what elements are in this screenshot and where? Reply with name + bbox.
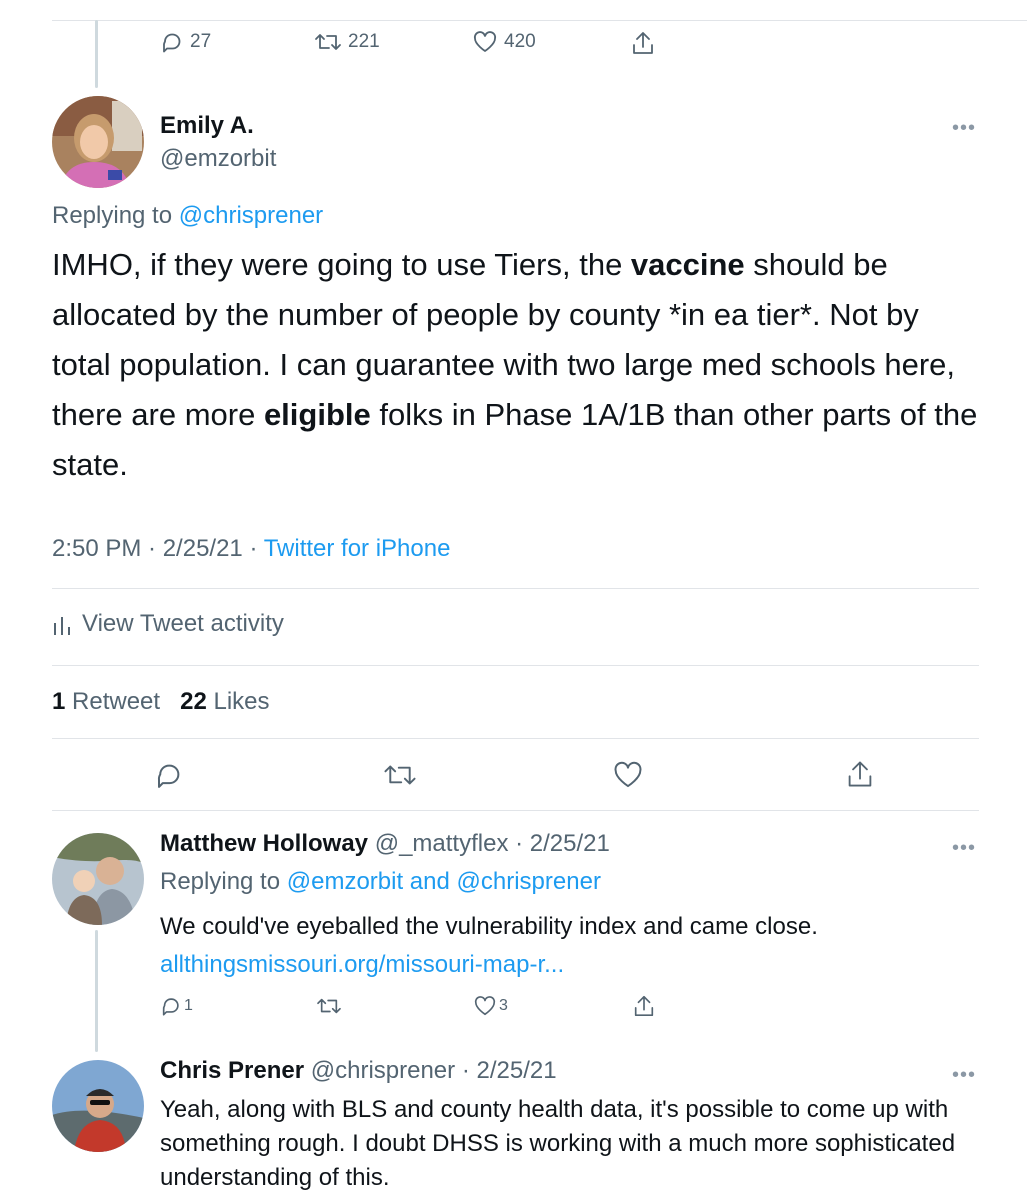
avatar-photo xyxy=(52,833,144,925)
top-divider xyxy=(52,20,1027,21)
retweet-count: 1 xyxy=(52,688,66,715)
top-share-button[interactable] xyxy=(630,30,656,56)
reply-text: We could've eyeballed the vulnerability … xyxy=(160,913,818,940)
avatar-photo xyxy=(52,1060,144,1152)
source-link[interactable]: Twitter for iPhone xyxy=(264,535,451,562)
tweet-body-bold: vaccine xyxy=(630,247,745,282)
thread-line xyxy=(95,930,98,1052)
replying-to-line: Replying to @chrisprener xyxy=(52,202,323,230)
reply-text: Yeah, along with BLS and county health d… xyxy=(160,1096,956,1191)
reply-replying-to: Replying to @emzorbit and @chrisprener xyxy=(160,868,601,896)
reply-like-button[interactable]: 3 xyxy=(473,995,508,1017)
timestamp-line: 2:50 PM · 2/25/21 · Twitter for iPhone xyxy=(52,535,450,563)
more-icon[interactable]: ••• xyxy=(952,118,976,138)
author-name[interactable]: Emily A. xyxy=(160,112,254,140)
thread-line-top xyxy=(95,20,98,88)
avatar-photo xyxy=(52,96,144,188)
retweet-icon xyxy=(315,34,341,50)
like-button[interactable] xyxy=(612,760,644,790)
divider xyxy=(52,665,979,666)
like-count: 22 xyxy=(180,688,207,715)
divider xyxy=(52,810,979,811)
view-tweet-activity-label: View Tweet activity xyxy=(82,610,284,637)
reply-share-button[interactable] xyxy=(632,994,656,1018)
reply-icon xyxy=(157,764,180,788)
reply-author-handle[interactable]: @chrisprener xyxy=(311,1057,455,1084)
tweet-body-bold: eligible xyxy=(263,397,371,432)
top-retweet-count: 221 xyxy=(348,31,380,52)
reply-link[interactable]: allthingsmissouri.org/missouri-map-r... xyxy=(160,948,564,982)
divider xyxy=(52,738,979,739)
author-handle[interactable]: @emzorbit xyxy=(160,145,276,173)
avatar-chris[interactable] xyxy=(52,1060,144,1152)
top-reply-button[interactable]: 27 xyxy=(160,30,211,54)
top-retweet-button[interactable]: 221 xyxy=(314,30,380,54)
reply-author-name[interactable]: Chris Prener xyxy=(160,1057,304,1084)
reply-icon xyxy=(162,998,179,1016)
timestamp[interactable]: 2:50 PM · 2/25/21 · xyxy=(52,535,264,562)
reply-like-count: 3 xyxy=(499,997,508,1014)
reply-author-name[interactable]: Matthew Holloway xyxy=(160,830,368,857)
retweet-icon xyxy=(317,998,341,1014)
top-reply-count: 27 xyxy=(190,31,212,52)
heart-icon xyxy=(614,761,642,788)
replying-label: Replying to xyxy=(160,868,281,895)
replying-to-link[interactable]: @emzorbit and @chrisprener xyxy=(287,868,601,895)
share-button[interactable] xyxy=(845,758,875,790)
share-icon xyxy=(633,32,653,54)
reply-header: Chris Prener @chrisprener · 2/25/21 xyxy=(160,1057,557,1085)
divider xyxy=(52,588,979,589)
more-icon[interactable]: ••• xyxy=(952,838,976,858)
reply-date[interactable]: · 2/25/21 xyxy=(462,1057,557,1084)
reply-reply-button[interactable]: 1 xyxy=(160,995,193,1017)
top-like-button[interactable]: 420 xyxy=(472,30,536,54)
reply-retweet-button[interactable] xyxy=(316,995,342,1017)
retweet-label: Retweet xyxy=(72,688,161,715)
avatar-emily[interactable] xyxy=(52,96,144,188)
likes-count-link[interactable]: 22 Likes xyxy=(180,688,269,715)
tweet-body-part: IMHO, if they were going to use Tiers, t… xyxy=(52,247,631,282)
reply-author-handle[interactable]: @_mattyflex xyxy=(375,830,509,857)
bar-chart-icon xyxy=(54,617,70,635)
share-icon xyxy=(848,761,872,787)
view-tweet-activity-button[interactable]: View Tweet activity xyxy=(52,610,284,638)
more-icon[interactable]: ••• xyxy=(952,1065,976,1085)
reply-icon xyxy=(163,33,181,53)
replying-label: Replying to xyxy=(52,202,173,229)
avatar-matthew[interactable] xyxy=(52,833,144,925)
engagement-counts: 1 Retweet 22 Likes xyxy=(52,688,270,716)
tweet-body: IMHO, if they were going to use Tiers, t… xyxy=(52,240,982,490)
retweet-icon xyxy=(384,765,416,785)
reply-button[interactable] xyxy=(154,760,184,790)
retweet-button[interactable] xyxy=(383,760,417,790)
top-like-count: 420 xyxy=(504,31,536,52)
replying-to-link[interactable]: @chrisprener xyxy=(179,202,323,229)
share-icon xyxy=(634,995,654,1017)
reply-date[interactable]: · 2/25/21 xyxy=(515,830,610,857)
heart-icon xyxy=(474,996,496,1016)
like-label: Likes xyxy=(213,688,270,715)
reply-header: Matthew Holloway @_mattyflex · 2/25/21 xyxy=(160,830,610,858)
heart-icon xyxy=(473,31,497,52)
reply-reply-count: 1 xyxy=(184,997,193,1014)
retweets-count-link[interactable]: 1 Retweet xyxy=(52,688,160,715)
